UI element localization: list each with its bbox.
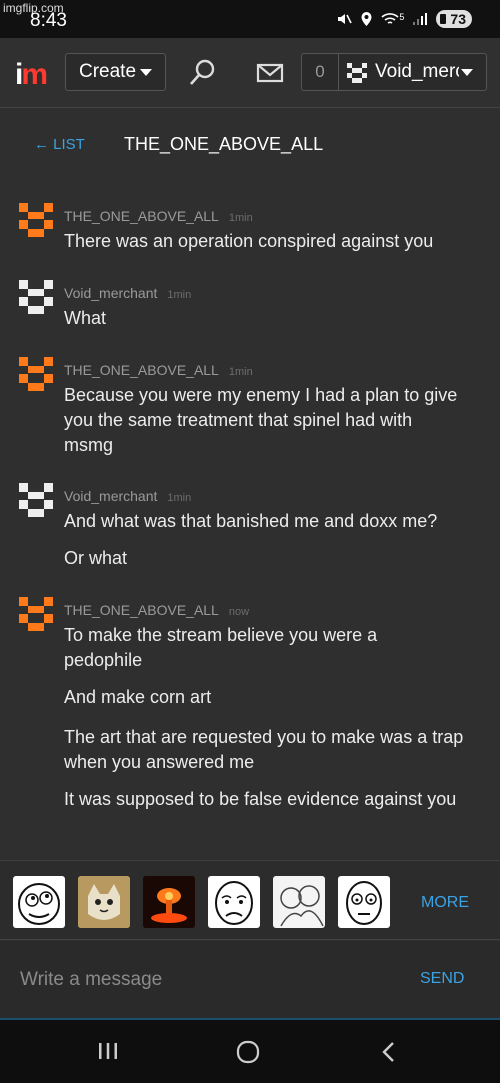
orange-pixel-avatar-icon[interactable] (19, 597, 53, 631)
network-label: 5 (399, 12, 405, 22)
worried-face-meme[interactable] (338, 876, 390, 928)
chevron-down-icon (461, 69, 473, 76)
divider (0, 860, 500, 861)
message-time: now (228, 606, 250, 618)
message-time: 1min (228, 366, 253, 378)
author-name: THE_ONE_ABOVE_ALL (64, 208, 219, 224)
author-name: Void_merchant (64, 285, 158, 301)
user-avatar-icon (347, 63, 367, 83)
wifi-icon: 5 (381, 12, 404, 26)
message-author[interactable]: THE_ONE_ABOVE_ALL 1min (64, 362, 253, 378)
sad-face-meme[interactable] (208, 876, 260, 928)
clock: 8:43 (30, 10, 67, 31)
message-time: 1min (167, 289, 192, 301)
message-composer: SEND (0, 941, 500, 1020)
author-name: Void_merchant (64, 488, 158, 504)
imgflip-logo[interactable]: im (15, 58, 48, 92)
chevron-down-icon (140, 69, 152, 76)
rage-face-meme[interactable] (13, 876, 65, 928)
create-label: Create (79, 61, 137, 82)
message-author[interactable]: THE_ONE_ABOVE_ALL 1min (64, 208, 253, 224)
message-text: To make the stream believe you were a pe… (64, 625, 378, 670)
white-pixel-avatar-icon[interactable] (19, 280, 53, 314)
message-text: And what was that banished me and doxx m… (64, 511, 438, 531)
notification-count[interactable]: 0 (301, 53, 339, 91)
logo-m: m (21, 58, 48, 91)
more-memes-button[interactable]: MORE (421, 894, 469, 912)
message-input[interactable] (0, 941, 400, 1018)
battery-indicator: 73 (436, 10, 472, 28)
orange-pixel-avatar-icon[interactable] (19, 357, 53, 391)
message-text: It was supposed to be false evidence aga… (64, 789, 457, 809)
home-icon[interactable] (236, 1040, 260, 1064)
meme-picker-bar: MORE (0, 862, 500, 940)
message-text: What (64, 308, 107, 328)
recent-apps-icon[interactable] (97, 1040, 119, 1062)
signal-icon (413, 13, 428, 25)
explosion-meme[interactable] (143, 876, 195, 928)
back-to-list-link[interactable]: ← LIST (34, 136, 85, 153)
message-author[interactable]: Void_merchant 1min (64, 488, 191, 504)
message-text: And make corn art (64, 687, 212, 707)
send-button[interactable]: SEND (420, 970, 464, 988)
hug-meme[interactable] (273, 876, 325, 928)
username-label: Void_merchant (375, 61, 459, 82)
create-dropdown[interactable]: Create (65, 53, 166, 91)
thread-title: THE_ONE_ABOVE_ALL (124, 134, 324, 154)
search-icon[interactable] (186, 56, 220, 90)
system-navigation-bar (0, 1020, 500, 1083)
message-text: There was an operation conspired against… (64, 231, 434, 251)
orange-pixel-avatar-icon[interactable] (19, 203, 53, 237)
mute-icon (338, 14, 353, 24)
cat-meme[interactable] (78, 876, 130, 928)
message-text: Because you were my enemy I had a plan t… (64, 385, 458, 455)
message-time: 1min (167, 492, 192, 504)
message-author[interactable]: THE_ONE_ABOVE_ALL now (64, 602, 249, 618)
message-text: The art that are requested you to make w… (64, 727, 464, 772)
author-name: THE_ONE_ABOVE_ALL (64, 602, 219, 618)
user-menu-dropdown[interactable]: Void_merchant (338, 53, 487, 91)
message-author[interactable]: Void_merchant 1min (64, 285, 191, 301)
message-time: 1min (228, 212, 253, 224)
status-icons: 5 73 (336, 10, 472, 28)
location-icon (361, 12, 372, 26)
message-text: Or what (64, 548, 128, 568)
author-name: THE_ONE_ABOVE_ALL (64, 362, 219, 378)
app-navbar: im Create 0 Void_merchant (0, 38, 500, 108)
mail-icon[interactable] (253, 56, 287, 90)
back-icon[interactable] (378, 1040, 400, 1064)
white-pixel-avatar-icon[interactable] (19, 483, 53, 517)
thread-header: ← LIST THE_ONE_ABOVE_ALL (0, 130, 500, 160)
status-bar: imgflip.com 8:43 5 73 (0, 0, 500, 38)
